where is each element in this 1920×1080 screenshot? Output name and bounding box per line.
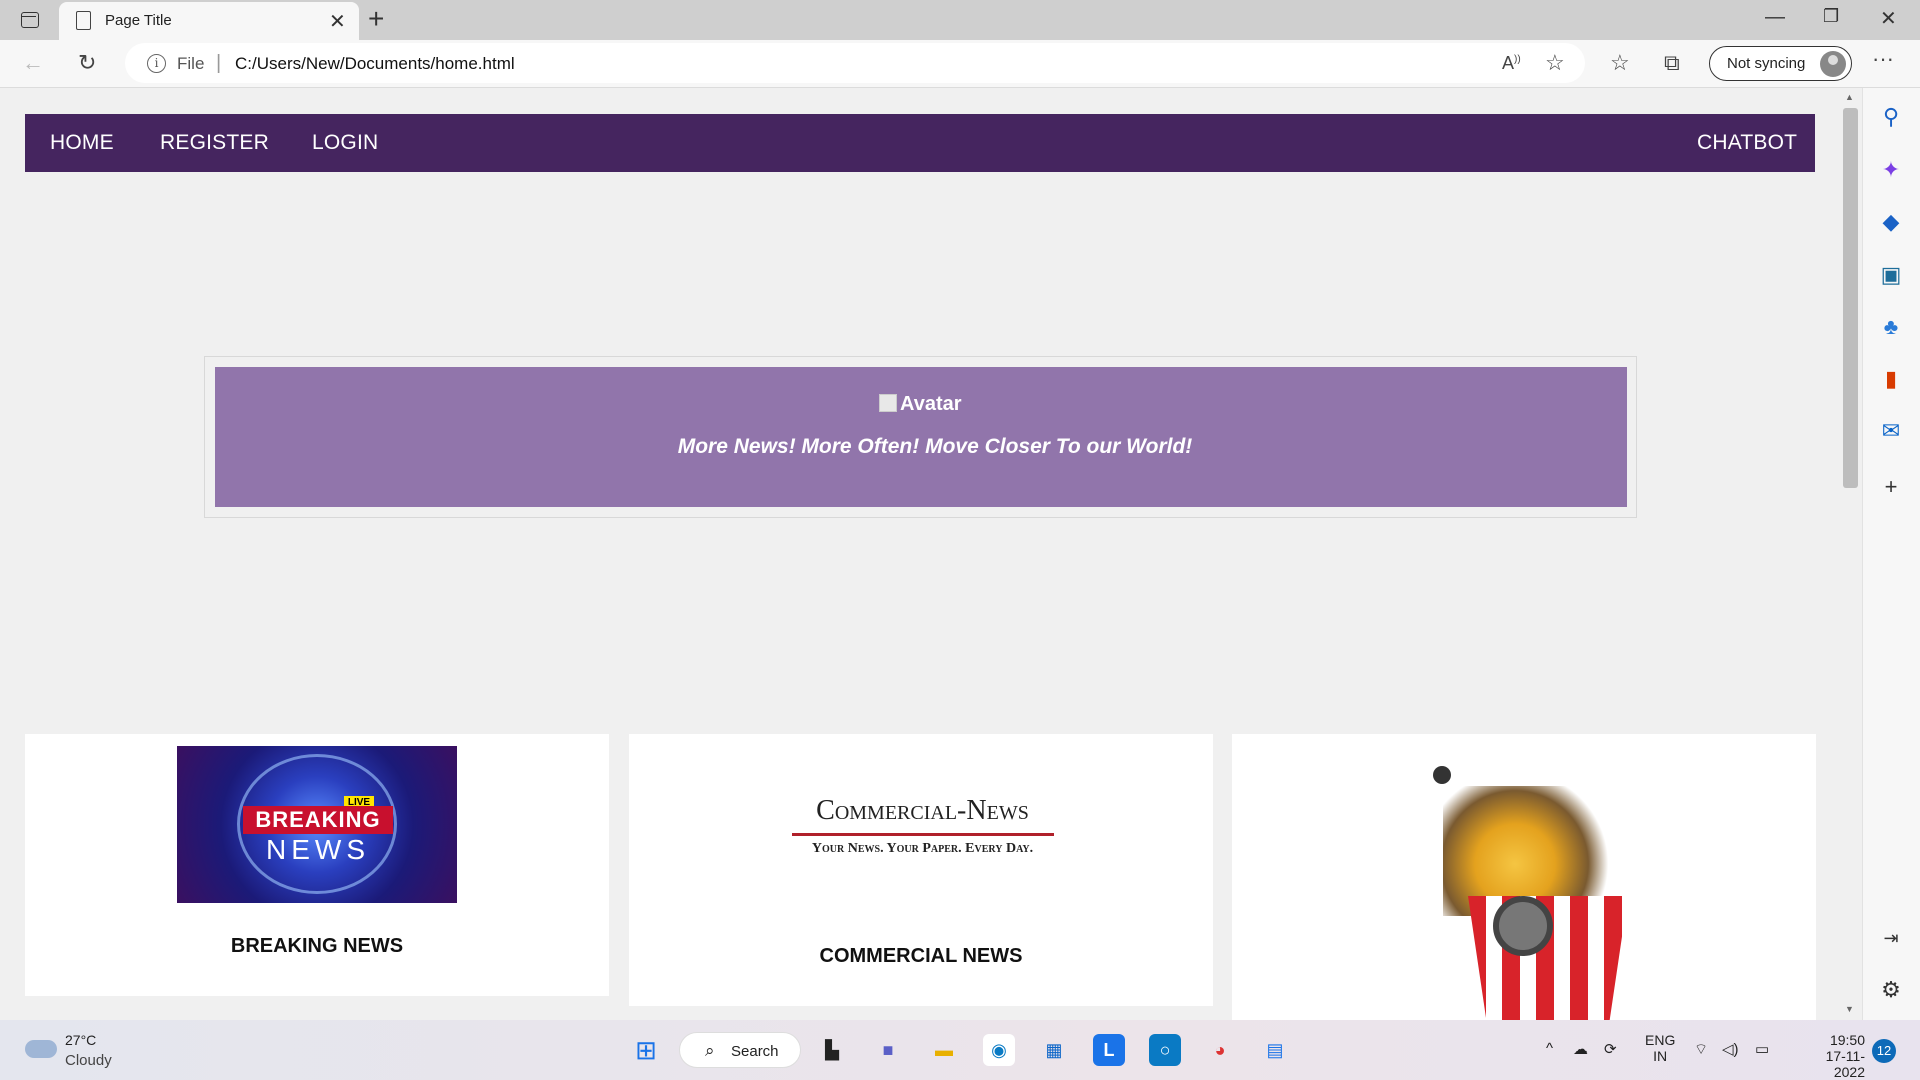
volume-icon[interactable]: ◁) xyxy=(1722,1040,1739,1058)
logo-tagline: Your News. Your Paper. Every Day. xyxy=(811,841,1034,856)
site-navbar: HOME REGISTER LOGIN CHATBOT xyxy=(25,114,1815,172)
nav-home[interactable]: HOME xyxy=(50,131,114,155)
teams-chat-icon[interactable]: ■ xyxy=(872,1034,904,1066)
nav-register[interactable]: REGISTER xyxy=(160,131,269,155)
add-favorite-icon[interactable]: ☆ xyxy=(1545,50,1565,76)
settings-gear-icon[interactable]: ⚙ xyxy=(1876,975,1906,1005)
browser-tab[interactable]: Page Title ✕ xyxy=(59,2,359,40)
store-icon[interactable]: ▦ xyxy=(1038,1034,1070,1066)
profile-button[interactable]: Not syncing xyxy=(1709,46,1852,81)
hero-tagline: More News! More Often! Move Closer To ou… xyxy=(677,435,1193,458)
card-caption: BREAKING NEWS xyxy=(230,935,404,957)
taskbar-search[interactable]: ⌕ Search xyxy=(679,1032,801,1068)
new-tab-button[interactable]: + xyxy=(368,3,384,35)
logo-title: Commercial-News xyxy=(816,795,1029,826)
scroll-up-icon[interactable]: ▲ xyxy=(1845,92,1854,102)
card-commercial-news[interactable]: COMMERCIAL NEWS xyxy=(629,734,1213,1006)
entertainment-image[interactable] xyxy=(1383,746,1663,1020)
restore-button[interactable]: ❐ xyxy=(1823,6,1839,27)
clock-date: 17-11-2022 xyxy=(1825,1048,1865,1080)
task-view-icon[interactable]: ▙ xyxy=(816,1034,848,1066)
file-explorer-icon[interactable]: ▬ xyxy=(928,1034,960,1066)
taskbar-search-label: Search xyxy=(731,1043,779,1060)
page-icon xyxy=(76,11,91,30)
start-icon[interactable]: ⊞ xyxy=(630,1034,662,1066)
wifi-icon[interactable]: ⌔ xyxy=(1694,1040,1708,1059)
address-separator: | xyxy=(216,52,222,74)
games-icon[interactable]: ♣ xyxy=(1876,312,1906,342)
back-icon[interactable]: ← xyxy=(22,50,44,76)
taskbar xyxy=(0,1020,1920,1080)
nav-chatbot[interactable]: CHATBOT xyxy=(1697,131,1797,155)
scroll-down-icon[interactable]: ▼ xyxy=(1845,1004,1854,1014)
lang-bottom: IN xyxy=(1653,1048,1668,1064)
weather-cloud-icon[interactable] xyxy=(25,1040,57,1058)
url-text[interactable]: C:/Users/New/Documents/home.html xyxy=(235,54,515,74)
search-magnifier-icon: ⌕ xyxy=(705,1041,715,1060)
copilot-icon[interactable]: ✦ xyxy=(1876,155,1906,185)
card-caption: COMMERCIAL NEWS xyxy=(819,945,1023,967)
chrome-icon[interactable]: ◕ xyxy=(1204,1034,1236,1066)
favorites-icon[interactable]: ☆ xyxy=(1610,50,1630,76)
office-icon[interactable]: ▮ xyxy=(1876,364,1906,394)
tools-icon[interactable]: ▣ xyxy=(1876,260,1906,290)
hide-sidebar-icon[interactable]: ⇥ xyxy=(1876,923,1906,953)
address-prefix: File xyxy=(177,54,205,73)
shopping-tag-icon[interactable]: ◆ xyxy=(1876,207,1906,237)
scrollbar-thumb[interactable] xyxy=(1843,108,1858,488)
refresh-icon[interactable]: ↻ xyxy=(78,50,96,76)
app-l-icon[interactable]: L xyxy=(1093,1034,1125,1066)
edge-browser-icon[interactable]: ◉ xyxy=(983,1034,1015,1066)
weather-temp: 27°C xyxy=(65,1032,97,1048)
breaking-news-image[interactable]: LIVE BREAKING NEWS xyxy=(177,746,457,903)
more-menu-icon[interactable]: ··· xyxy=(1872,46,1894,72)
microphone-icon xyxy=(1433,766,1451,784)
avatar-broken-image: Avatar xyxy=(879,393,962,416)
sync-icon[interactable]: ⟳ xyxy=(1604,1040,1617,1058)
outlook-icon[interactable]: ✉ xyxy=(1876,416,1906,446)
app-circle-icon[interactable]: ○ xyxy=(1149,1034,1181,1066)
news-text: NEWS xyxy=(266,834,370,865)
commercial-news-logo[interactable]: Commercial-News Your News. Your Paper. E… xyxy=(790,795,1055,861)
tray-chevron-icon[interactable]: ^ xyxy=(1546,1040,1553,1057)
film-reel-icon xyxy=(1493,896,1553,956)
read-aloud-icon[interactable]: A)) xyxy=(1502,53,1521,74)
nav-login[interactable]: LOGIN xyxy=(312,131,378,155)
weather-condition: Cloudy xyxy=(65,1052,112,1069)
address-bar[interactable]: i File | C:/Users/New/Documents/home.htm… xyxy=(125,43,1585,83)
battery-icon[interactable]: ▭ xyxy=(1755,1040,1769,1058)
breaking-text: BREAKING xyxy=(243,806,393,834)
logo-rule xyxy=(792,833,1054,836)
clock-time: 19:50 xyxy=(1829,1032,1865,1048)
onedrive-icon[interactable]: ☁ xyxy=(1573,1040,1588,1058)
notepad-icon[interactable]: ▤ xyxy=(1259,1034,1291,1066)
tab-actions-icon[interactable] xyxy=(21,12,39,28)
notification-badge[interactable]: 12 xyxy=(1872,1039,1896,1063)
clock[interactable]: 19:50 17-11-2022 xyxy=(1795,1032,1865,1080)
add-sidebar-icon[interactable]: + xyxy=(1876,472,1906,502)
collections-icon[interactable]: ⧉ xyxy=(1664,50,1680,76)
info-icon[interactable]: i xyxy=(147,54,166,73)
sync-label: Not syncing xyxy=(1727,55,1806,72)
close-tab-icon[interactable]: ✕ xyxy=(329,9,346,34)
search-icon[interactable]: ⚲ xyxy=(1876,102,1906,132)
minimize-button[interactable]: — xyxy=(1765,6,1785,29)
language-indicator[interactable]: ENG IN xyxy=(1645,1032,1675,1064)
close-window-button[interactable]: ✕ xyxy=(1880,6,1897,31)
hero-banner: Avatar More News! More Often! Move Close… xyxy=(215,367,1627,507)
lang-top: ENG xyxy=(1645,1032,1676,1048)
avatar-icon xyxy=(1820,51,1846,77)
tab-title: Page Title xyxy=(105,12,172,29)
